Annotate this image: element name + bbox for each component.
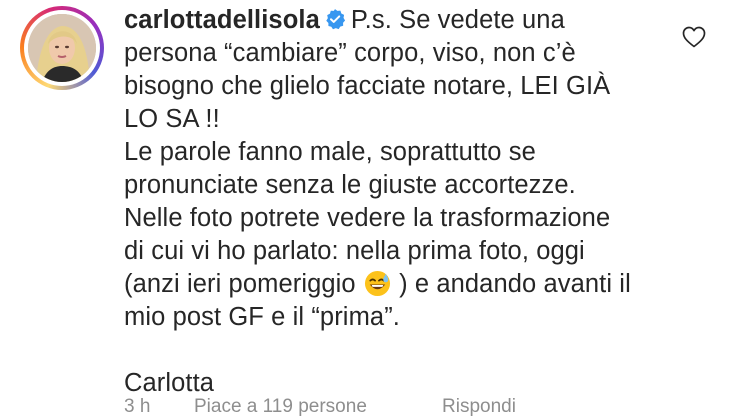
comment-line: P.s. Se vedete una bbox=[350, 6, 565, 34]
avatar[interactable] bbox=[28, 14, 96, 82]
comment-line: ) e andando avanti il bbox=[399, 270, 631, 298]
comment: carlottadellisola P.s. Se vedete una per… bbox=[0, 0, 747, 420]
reply-button[interactable]: Rispondi bbox=[442, 396, 516, 418]
username-link[interactable]: carlottadellisola bbox=[124, 6, 320, 34]
like-heart-icon[interactable] bbox=[682, 26, 706, 48]
avatar-image bbox=[28, 14, 96, 82]
likes-count-link[interactable]: Piace a 119 persone bbox=[194, 396, 442, 418]
comment-line: Nelle foto potrete vedere la trasformazi… bbox=[124, 204, 611, 232]
comment-line: mio post GF e il “prima”. bbox=[124, 303, 400, 331]
comment-line: persona “cambiare” corpo, viso, non c’è bbox=[124, 39, 576, 67]
comment-line: di cui vi ho parlato: nella prima foto, … bbox=[124, 237, 585, 265]
story-ring[interactable] bbox=[20, 6, 104, 90]
verified-badge-icon bbox=[326, 9, 345, 30]
comment-line: pronunciate senza le giuste accortezze. bbox=[124, 171, 576, 199]
comment-timestamp: 3 h bbox=[124, 396, 151, 417]
sweat-smile-emoji bbox=[364, 270, 390, 297]
comment-line: (anzi ieri pomeriggio bbox=[124, 270, 356, 298]
comment-line: Le parole fanno male, soprattutto se bbox=[124, 138, 536, 166]
comment-meta: 3 h Piace a 119 persone Rispondi bbox=[124, 396, 516, 418]
comment-text: carlottadellisola P.s. Se vedete una per… bbox=[124, 4, 684, 400]
comment-line: bisogno che glielo facciate notare, LEI … bbox=[124, 72, 611, 100]
comment-line: LO SA !! bbox=[124, 105, 220, 133]
